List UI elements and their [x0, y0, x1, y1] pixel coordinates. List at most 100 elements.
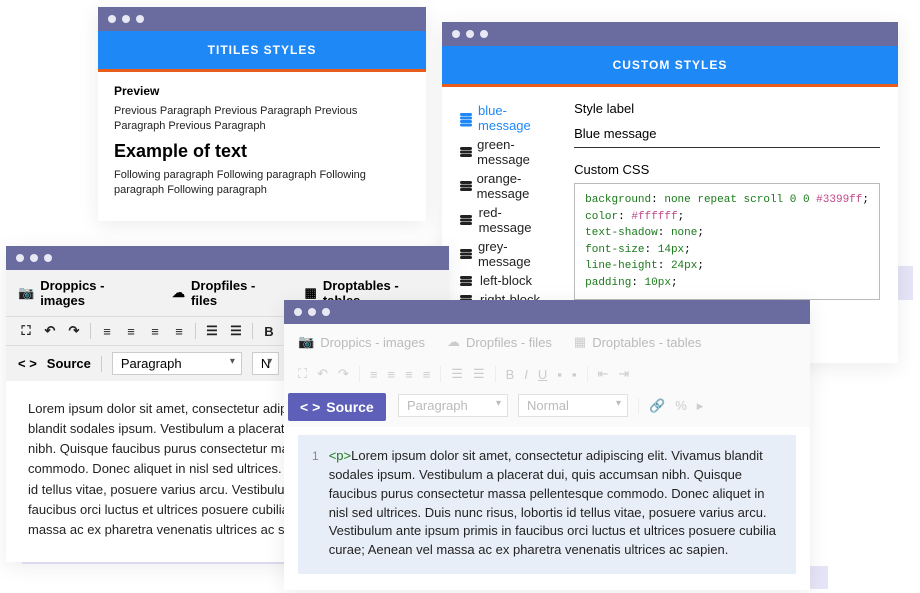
camera-icon: 📷	[298, 334, 314, 350]
align-center-icon[interactable]: ≡	[388, 367, 396, 382]
separator	[101, 356, 102, 372]
class-icon	[460, 276, 472, 286]
class-label: grey-message	[478, 239, 546, 269]
window-dot	[308, 308, 316, 316]
droppics-button[interactable]: 📷Droppics - images	[18, 278, 150, 308]
number-list-icon[interactable]: ☰	[228, 324, 244, 338]
separator	[638, 398, 639, 414]
style-label-input[interactable]	[574, 122, 880, 148]
link-icon[interactable]: 🔗	[649, 398, 665, 414]
class-item-grey[interactable]: grey-message	[460, 237, 546, 271]
dropfiles-button[interactable]: ☁Dropfiles - files	[172, 278, 283, 308]
style-label-label: Style label	[574, 101, 880, 116]
class-item-orange[interactable]: orange-message	[460, 169, 546, 203]
align-left-icon[interactable]: ≡	[370, 367, 378, 382]
camera-icon: 📷	[18, 285, 34, 301]
outdent-icon[interactable]: ⇤	[598, 366, 609, 382]
window-dot	[466, 30, 474, 38]
titlebar	[6, 246, 449, 270]
dropfiles-button[interactable]: ☁Dropfiles - files	[447, 334, 552, 350]
titlebar	[284, 300, 810, 324]
window-dot	[136, 15, 144, 23]
format-select[interactable]: Paragraph	[398, 394, 508, 417]
redo-icon[interactable]: ↷	[66, 324, 82, 338]
class-label: green-message	[477, 137, 546, 167]
source-editor[interactable]: 1 <p>Lorem ipsum dolor sit amet, consect…	[298, 435, 796, 574]
titlebar	[442, 22, 898, 46]
clear-icon[interactable]: ▪	[572, 367, 577, 382]
maximize-icon[interactable]: ⛶	[298, 366, 307, 382]
align-justify-icon[interactable]: ≡	[423, 367, 431, 382]
line-number: 1	[312, 447, 319, 560]
size-select[interactable]: Normal	[518, 394, 628, 417]
maximize-icon[interactable]: ⛶	[18, 324, 34, 338]
align-center-icon[interactable]: ≡	[123, 324, 139, 338]
separator	[90, 323, 91, 339]
align-justify-icon[interactable]: ≡	[171, 324, 187, 338]
window-dot	[322, 308, 330, 316]
window-dot	[44, 254, 52, 262]
unlink-icon[interactable]: %	[675, 398, 687, 413]
window-dot	[480, 30, 488, 38]
number-list-icon[interactable]: ☰	[473, 366, 485, 382]
window-dot	[452, 30, 460, 38]
format-select[interactable]: Paragraph	[112, 352, 242, 375]
align-left-icon[interactable]: ≡	[99, 324, 115, 338]
align-right-icon[interactable]: ≡	[147, 324, 163, 338]
class-icon	[460, 215, 471, 225]
following-paragraph: Following paragraph Following paragraph …	[114, 168, 410, 199]
class-label: blue-message	[478, 103, 546, 133]
strike-icon[interactable]: ▪	[557, 367, 562, 382]
code-icon: < >	[300, 399, 320, 415]
class-label: left-block	[480, 273, 532, 288]
bold-icon[interactable]: B	[261, 324, 277, 338]
media-icon[interactable]: ▸	[697, 398, 704, 414]
source-tab-label: Source	[326, 399, 373, 415]
indent-icon[interactable]: ⇥	[618, 366, 629, 382]
separator	[359, 366, 360, 382]
redo-icon[interactable]: ↷	[338, 366, 349, 382]
html-tag: <p>	[329, 448, 351, 463]
panel-header: TITILES STYLES	[98, 31, 426, 69]
droptables-button[interactable]: ▦Droptables - tables	[574, 334, 701, 350]
window-dot	[122, 15, 130, 23]
css-editor[interactable]: background: none repeat scroll 0 0 #3399…	[574, 183, 880, 300]
titles-styles-window: TITILES STYLES Preview Previous Paragrap…	[98, 7, 426, 221]
class-item-left[interactable]: left-block	[460, 271, 546, 290]
class-item-green[interactable]: green-message	[460, 135, 546, 169]
previous-paragraph: Previous Paragraph Previous Paragraph Pr…	[114, 104, 410, 135]
table-icon: ▦	[305, 285, 317, 301]
class-icon	[460, 147, 469, 157]
undo-icon[interactable]: ↶	[42, 324, 58, 338]
underline-icon[interactable]: U	[538, 367, 547, 382]
cloud-icon: ☁	[447, 334, 460, 350]
window-dot	[16, 254, 24, 262]
window-dot	[108, 15, 116, 23]
separator	[495, 366, 496, 382]
source-tab-button[interactable]: < > Source	[288, 393, 386, 421]
class-icon	[460, 249, 470, 259]
code-icon: < >	[18, 356, 37, 371]
titlebar	[98, 7, 426, 31]
separator	[440, 366, 441, 382]
class-label: orange-message	[477, 171, 547, 201]
bullet-list-icon[interactable]: ☰	[204, 324, 220, 338]
class-item-red[interactable]: red-message	[460, 203, 546, 237]
italic-icon[interactable]: I	[524, 367, 528, 382]
align-right-icon[interactable]: ≡	[405, 367, 413, 382]
droppics-button[interactable]: 📷Droppics - images	[298, 334, 425, 350]
bold-icon[interactable]: B	[506, 367, 515, 382]
code-content: Lorem ipsum dolor sit amet, consectetur …	[329, 448, 776, 557]
undo-icon[interactable]: ↶	[317, 366, 328, 382]
separator	[587, 366, 588, 382]
bullet-list-icon[interactable]: ☰	[451, 366, 463, 382]
plugin-toolbar: 📷Droppics - images ☁Dropfiles - files ▦D…	[284, 324, 810, 360]
class-label: red-message	[479, 205, 546, 235]
table-icon: ▦	[574, 334, 586, 350]
source-button[interactable]: Source	[47, 356, 91, 371]
custom-css-label: Custom CSS	[574, 162, 880, 177]
class-item-blue[interactable]: blue-message	[460, 101, 546, 135]
format-toolbar: ⛶ ↶ ↷ ≡ ≡ ≡ ≡ ☰ ☰ B I U ▪ ▪ ⇤ ⇥	[284, 360, 810, 388]
size-select[interactable]: N	[252, 352, 279, 375]
window-dot	[294, 308, 302, 316]
